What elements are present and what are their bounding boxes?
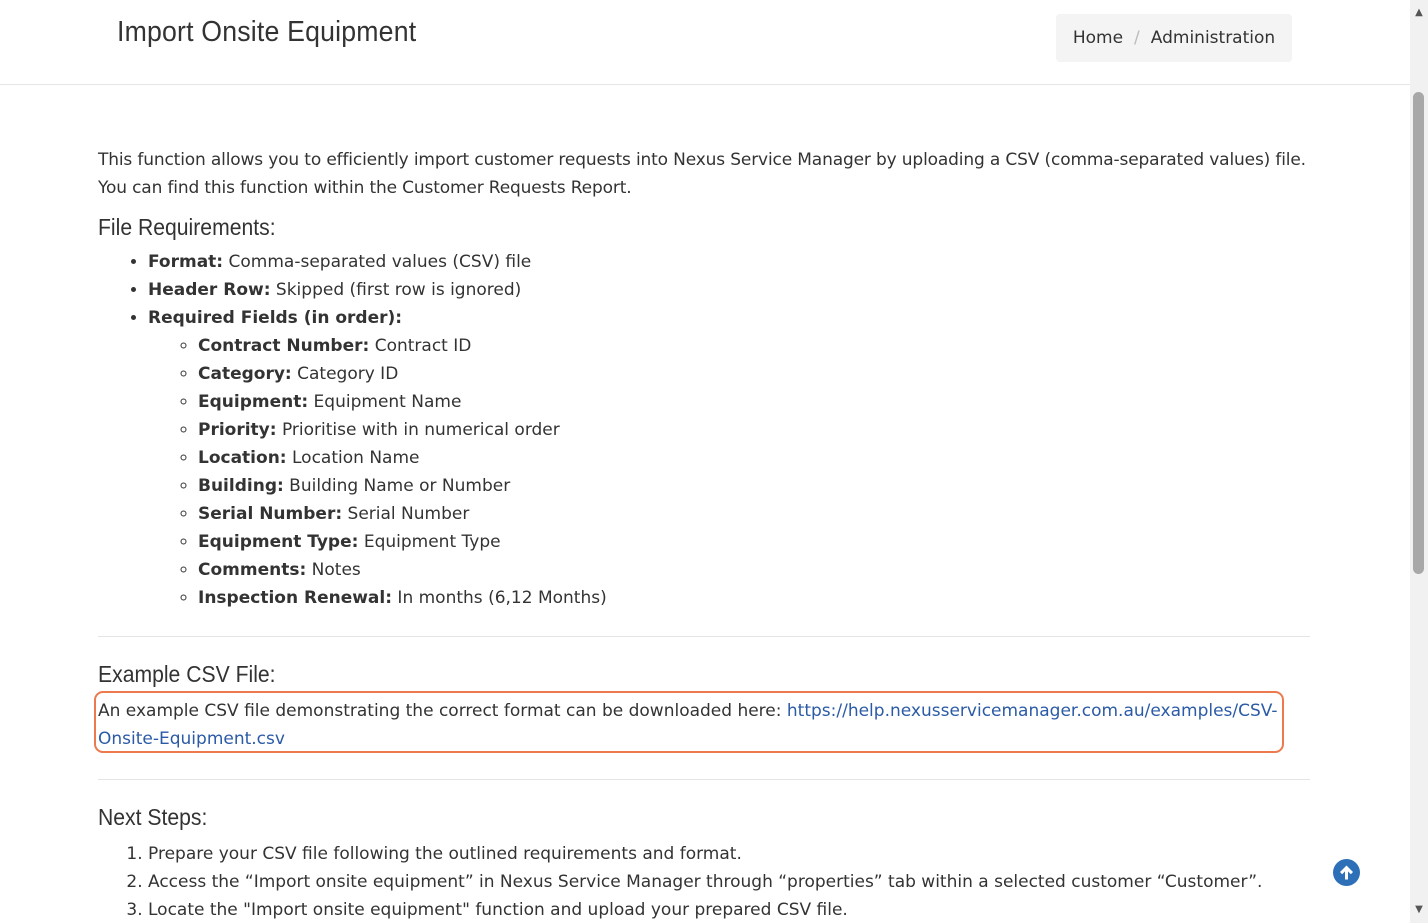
field-value: Equipment Name <box>308 392 462 412</box>
vertical-scrollbar[interactable]: ▲ ▼ <box>1410 0 1428 923</box>
list-item: Format: Comma-separated values (CSV) fil… <box>148 248 1310 276</box>
list-item: Comments: Notes <box>198 556 1310 584</box>
field-value: Serial Number <box>342 504 470 524</box>
field-label: Contract Number: <box>198 336 370 356</box>
breadcrumb-home-link[interactable]: Home <box>1073 28 1123 48</box>
field-label: Equipment Type: <box>198 532 359 552</box>
list-item: Access the “Import onsite equipment” in … <box>148 868 1310 896</box>
main-content: This function allows you to efficiently … <box>94 146 1310 924</box>
list-item: Equipment Type: Equipment Type <box>198 528 1310 556</box>
list-item: Equipment: Equipment Name <box>198 388 1310 416</box>
triangle-up-icon[interactable]: ▲ <box>1410 4 1428 22</box>
list-item: Required Fields (in order): Contract Num… <box>148 304 1310 612</box>
field-label: Comments: <box>198 560 307 580</box>
field-label: Building: <box>198 476 284 496</box>
field-label: Location: <box>198 448 287 468</box>
page-header: Import Onsite Equipment Home / Administr… <box>0 0 1410 85</box>
next-steps-list: Prepare your CSV file following the outl… <box>98 840 1310 924</box>
list-item: Header Row: Skipped (first row is ignore… <box>148 276 1310 304</box>
list-item: Prepare your CSV file following the outl… <box>148 840 1310 868</box>
page-title: Import Onsite Equipment <box>117 16 417 48</box>
list-item: Contract Number: Contract ID <box>198 332 1310 360</box>
field-value: Building Name or Number <box>283 476 511 496</box>
example-csv-callout: An example CSV file demonstrating the co… <box>94 691 1310 753</box>
list-item-label: Format: <box>148 252 224 272</box>
list-item: Serial Number: Serial Number <box>198 500 1310 528</box>
scrollbar-thumb[interactable] <box>1413 92 1424 574</box>
field-value: Prioritise with in numerical order <box>276 420 560 440</box>
file-requirements-list: Format: Comma-separated values (CSV) fil… <box>98 248 1310 612</box>
list-item: Building: Building Name or Number <box>198 472 1310 500</box>
list-item: Location: Location Name <box>198 444 1310 472</box>
field-label: Equipment: <box>198 392 309 412</box>
field-value: Category ID <box>291 364 399 384</box>
section-divider <box>98 779 1310 780</box>
list-item: Category: Category ID <box>198 360 1310 388</box>
list-item-label: Header Row: <box>148 280 271 300</box>
list-item: Inspection Renewal: In months (6,12 Mont… <box>198 584 1310 612</box>
breadcrumb-separator: / <box>1134 28 1140 48</box>
next-steps-heading: Next Steps: <box>98 804 208 830</box>
field-label: Serial Number: <box>198 504 343 524</box>
triangle-down-icon[interactable]: ▼ <box>1410 901 1428 919</box>
field-label: Category: <box>198 364 292 384</box>
back-to-top-button[interactable] <box>1333 859 1360 886</box>
example-csv-description: An example CSV file demonstrating the co… <box>98 701 787 721</box>
breadcrumb-administration-link[interactable]: Administration <box>1151 28 1275 48</box>
field-value: In months (6,12 Months) <box>392 588 607 608</box>
field-label: Priority: <box>198 420 277 440</box>
breadcrumb: Home / Administration <box>1056 14 1292 62</box>
field-value: Contract ID <box>369 336 472 356</box>
field-label: Inspection Renewal: <box>198 588 393 608</box>
field-value: Notes <box>306 560 361 580</box>
field-value: Location Name <box>286 448 420 468</box>
example-csv-heading: Example CSV File: <box>98 661 276 687</box>
file-requirements-heading: File Requirements: <box>98 214 276 240</box>
list-item-value: Skipped (first row is ignored) <box>270 280 522 300</box>
example-csv-text: An example CSV file demonstrating the co… <box>98 697 1310 753</box>
required-fields-list: Contract Number: Contract ID Category: C… <box>148 332 1310 612</box>
list-item-value: Comma-separated values (CSV) file <box>223 252 532 272</box>
section-divider <box>98 636 1310 637</box>
arrow-up-circle-icon <box>1340 865 1353 880</box>
list-item: Priority: Prioritise with in numerical o… <box>198 416 1310 444</box>
list-item-label: Required Fields (in order): <box>148 308 403 328</box>
field-value: Equipment Type <box>358 532 501 552</box>
intro-text: This function allows you to efficiently … <box>98 150 1306 198</box>
list-item: Locate the "Import onsite equipment" fun… <box>148 896 1310 924</box>
